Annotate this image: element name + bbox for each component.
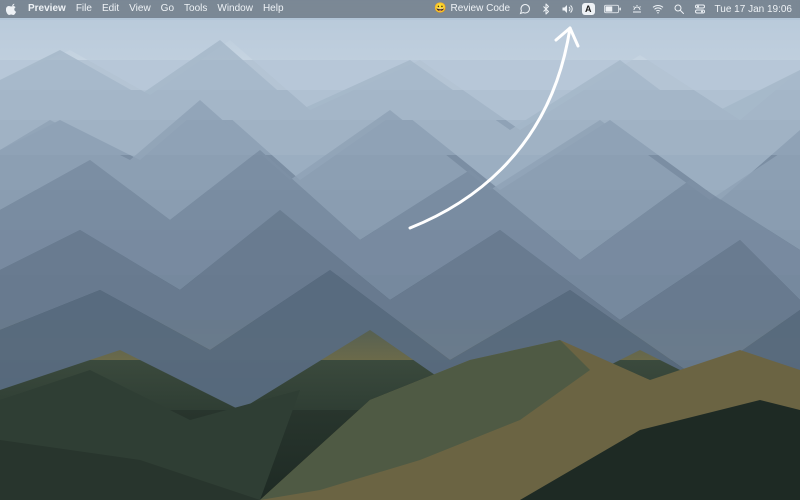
control-center-icon[interactable] bbox=[694, 0, 706, 18]
review-code-status[interactable]: 😀 Review Code bbox=[434, 0, 510, 18]
battery-icon[interactable] bbox=[604, 4, 622, 14]
apple-icon[interactable] bbox=[6, 0, 18, 18]
review-emoji-icon: 😀 bbox=[434, 0, 446, 18]
input-source-badge[interactable]: A bbox=[582, 3, 595, 15]
volume-icon[interactable] bbox=[561, 0, 573, 18]
menu-bar-right: 😀 Review Code A bbox=[434, 0, 792, 18]
app-name[interactable]: Preview bbox=[28, 0, 66, 18]
menu-bar: Preview File Edit View Go Tools Window H… bbox=[0, 0, 800, 18]
menu-window[interactable]: Window bbox=[217, 0, 253, 18]
wallpaper-mountains bbox=[0, 0, 800, 500]
menu-help[interactable]: Help bbox=[263, 0, 284, 18]
menu-go[interactable]: Go bbox=[161, 0, 174, 18]
bluetooth-icon[interactable] bbox=[540, 0, 552, 18]
desktop-wallpaper: Preview File Edit View Go Tools Window H… bbox=[0, 0, 800, 500]
menu-file[interactable]: File bbox=[76, 0, 92, 18]
message-icon[interactable] bbox=[519, 0, 531, 18]
menu-tools[interactable]: Tools bbox=[184, 0, 207, 18]
review-code-label: Review Code bbox=[451, 0, 510, 18]
menu-view[interactable]: View bbox=[129, 0, 151, 18]
keyboard-brightness-icon[interactable] bbox=[631, 0, 643, 18]
search-icon[interactable] bbox=[673, 0, 685, 18]
menu-edit[interactable]: Edit bbox=[102, 0, 119, 18]
wifi-icon[interactable] bbox=[652, 0, 664, 18]
menubar-clock[interactable]: Tue 17 Jan 19:06 bbox=[715, 4, 792, 15]
menu-bar-left: Preview File Edit View Go Tools Window H… bbox=[6, 0, 284, 18]
